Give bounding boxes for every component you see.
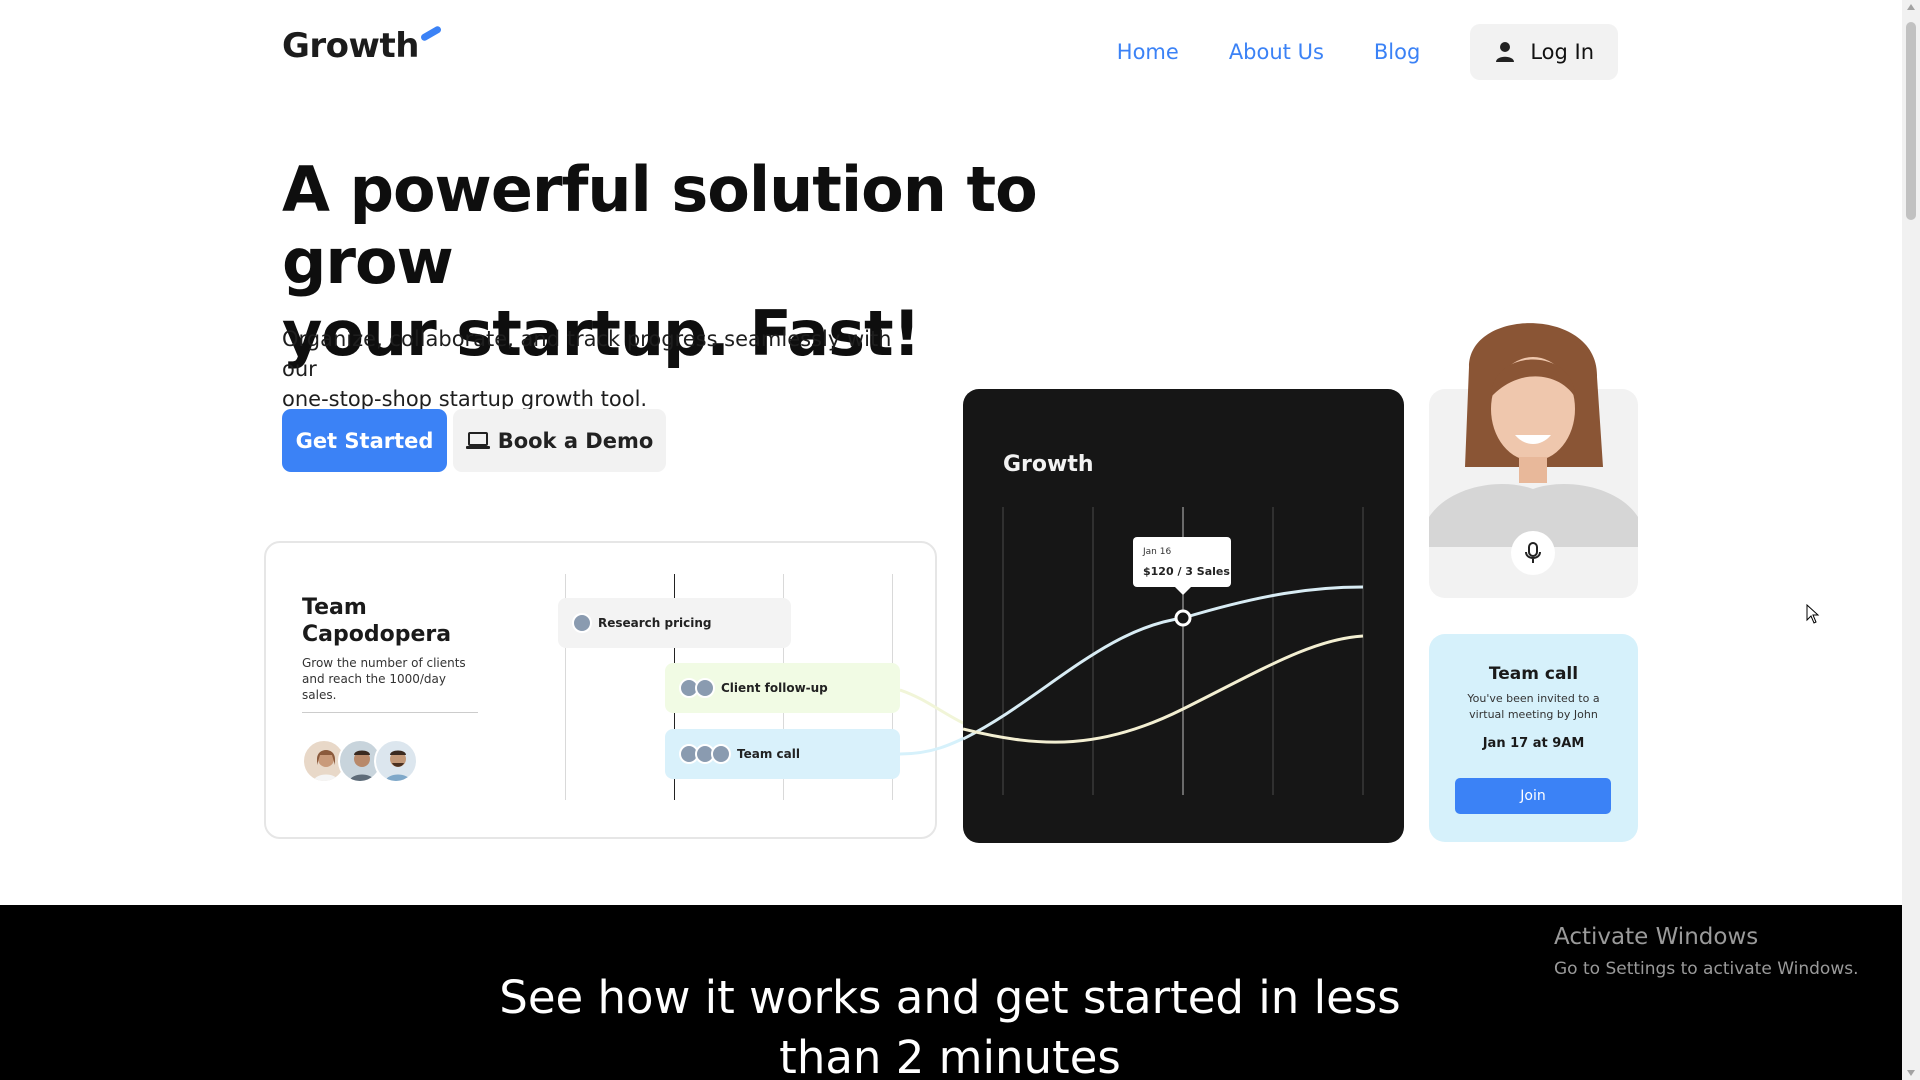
section-title: See how it works and get started in less… xyxy=(450,968,1450,1080)
task-label: Research pricing xyxy=(598,616,712,630)
hero-title-line1: A powerful solution to grow xyxy=(282,153,1038,298)
login-button[interactable]: Log In xyxy=(1470,24,1618,80)
main-nav: Home About Us Blog Log In xyxy=(1117,24,1618,80)
task-avatar xyxy=(711,744,731,764)
chart-tooltip-value: $120 / 3 Sales xyxy=(1143,565,1230,578)
participant-photo xyxy=(1429,323,1638,547)
call-time: Jan 17 at 9AM xyxy=(1482,736,1585,751)
task-research-pricing[interactable]: Research pricing xyxy=(558,598,791,648)
series-line-2 xyxy=(963,634,1364,744)
chart-focus-point xyxy=(1174,609,1192,627)
hero-subtitle: Organize, collaborate, and track progres… xyxy=(282,324,932,414)
team-avatars xyxy=(302,739,418,783)
login-label: Log In xyxy=(1530,40,1594,64)
task-label: Client follow-up xyxy=(721,681,828,695)
team-description: Grow the number of clients and reach the… xyxy=(302,656,466,702)
activate-windows-title: Activate Windows xyxy=(1554,924,1759,950)
hero-subtitle-line1: Organize, collaborate, and track progres… xyxy=(282,327,892,381)
task-avatar xyxy=(695,678,715,698)
mouse-cursor-icon xyxy=(1806,604,1820,624)
microphone-icon xyxy=(1525,542,1541,563)
nav-home-link[interactable]: Home xyxy=(1117,40,1179,64)
book-demo-label: Book a Demo xyxy=(497,428,654,453)
book-demo-button[interactable]: Book a Demo xyxy=(453,409,666,472)
task-avatar xyxy=(572,613,592,633)
activate-windows-subtitle: Go to Settings to activate Windows. xyxy=(1554,959,1859,979)
logo[interactable]: Growth xyxy=(282,26,419,66)
growth-chart-title: Growth xyxy=(1003,452,1094,477)
avatar xyxy=(374,739,418,783)
laptop-icon xyxy=(465,431,490,449)
join-button[interactable]: Join xyxy=(1455,778,1611,814)
page-scrollbar[interactable] xyxy=(1902,0,1920,1080)
user-icon xyxy=(1496,42,1515,62)
task-label: Team call xyxy=(737,747,800,761)
mic-button[interactable] xyxy=(1511,531,1555,575)
chart-tooltip-date: Jan 16 xyxy=(1143,547,1172,557)
section-title-line2: than 2 minutes xyxy=(779,1031,1121,1080)
hero-subtitle-line2: one-stop-shop startup growth tool. xyxy=(282,387,648,411)
task-client-followup[interactable]: Client follow-up xyxy=(665,663,900,713)
nav-about-link[interactable]: About Us xyxy=(1229,40,1324,64)
scroll-down-icon[interactable] xyxy=(1907,1070,1915,1076)
nav-blog-link[interactable]: Blog xyxy=(1374,40,1420,64)
call-title: Team call xyxy=(1488,664,1579,684)
series-line-1 xyxy=(963,585,1364,741)
scroll-up-icon[interactable] xyxy=(1907,4,1915,10)
team-title: Team Capodopera xyxy=(302,595,452,647)
call-description: You've been invited to a virtual meeting… xyxy=(1467,692,1600,721)
get-started-button[interactable]: Get Started xyxy=(282,409,447,472)
team-divider xyxy=(302,712,478,713)
section-title-line1: See how it works and get started in less xyxy=(499,971,1401,1024)
logo-mark-icon xyxy=(419,24,443,43)
task-team-call[interactable]: Team call xyxy=(665,729,900,779)
scroll-thumb[interactable] xyxy=(1906,22,1916,220)
